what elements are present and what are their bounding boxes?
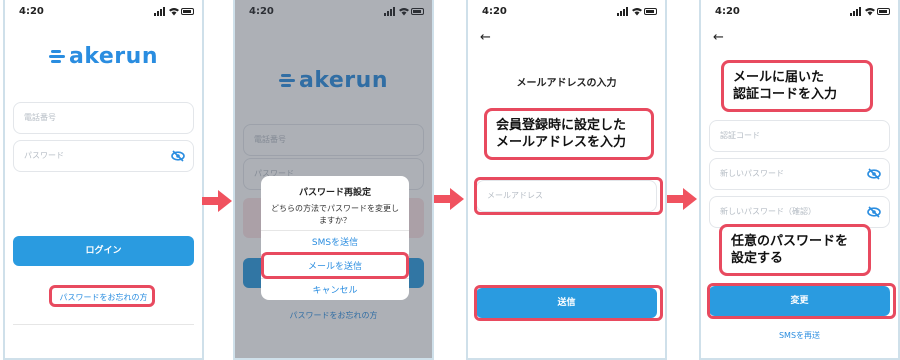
sms-option[interactable]: SMSを送信: [261, 230, 409, 254]
phone-placeholder: 電話番号: [24, 113, 56, 122]
status-icons: [850, 7, 890, 17]
code-input[interactable]: 認証コード: [709, 120, 890, 152]
code-placeholder: 認証コード: [720, 131, 760, 140]
reset-dialog: パスワード再設定 どちらの方法でパスワードを変更しますか？ SMSを送信 メール…: [261, 176, 409, 300]
highlight-change-button: [707, 283, 896, 319]
arrow-right-icon: [202, 190, 232, 212]
akerun-logo: akerun: [5, 44, 202, 69]
confirm-password-placeholder: 新しいパスワード（確認）: [720, 207, 816, 216]
highlight-mail-option: [261, 252, 409, 279]
page-title: メールアドレスの入力: [516, 78, 617, 89]
eye-slash-icon[interactable]: [867, 206, 881, 218]
cancel-option[interactable]: キャンセル: [261, 278, 409, 302]
resend-sms-link[interactable]: SMSを再送: [701, 330, 898, 341]
screen-reset-dialog: 4:20 akerun 電話番号 パスワード パスワードをお忘れの方 パスワード…: [233, 0, 434, 360]
new-password-input[interactable]: 新しいパスワード: [709, 158, 890, 190]
dialog-message: どちらの方法でパスワードを変更しますか？: [271, 204, 399, 225]
callout-code: メールに届いた 認証コードを入力: [721, 60, 873, 112]
status-bar: 4:20: [19, 6, 194, 20]
resend-sms-label: SMSを再送: [778, 331, 821, 340]
highlight-email-input: [474, 177, 663, 215]
highlight-forgot-link: [49, 285, 155, 307]
status-bar: 4:20: [482, 6, 657, 20]
akerun-logo-mark: [49, 49, 67, 65]
screen-login: 4:20 akerun 電話番号 パスワード ログイン パスワードをお忘れの方: [3, 0, 204, 360]
battery-icon: [181, 8, 194, 15]
password-placeholder: パスワード: [24, 151, 64, 160]
status-time: 4:20: [19, 6, 44, 17]
wifi-icon: [632, 8, 642, 16]
screen-email-input: 4:20 ← メールアドレスの入力 会員登録時に設定した メールアドレスを入力 …: [466, 0, 667, 360]
status-time: 4:20: [482, 6, 507, 17]
status-icons: [617, 7, 657, 17]
wifi-icon: [169, 8, 179, 16]
signal-icon: [850, 7, 862, 16]
back-arrow-icon[interactable]: ←: [480, 30, 491, 45]
status-icons: [154, 7, 194, 17]
back-arrow-icon[interactable]: ←: [713, 30, 724, 45]
divider: [13, 324, 194, 325]
callout-email: 会員登録時に設定した メールアドレスを入力: [484, 108, 654, 160]
password-input[interactable]: パスワード: [13, 140, 194, 172]
arrow-right-icon: [667, 188, 697, 210]
battery-icon: [877, 8, 890, 15]
signal-icon: [154, 7, 166, 16]
eye-slash-icon[interactable]: [171, 150, 185, 162]
status-time: 4:20: [715, 6, 740, 17]
phone-input[interactable]: 電話番号: [13, 102, 194, 134]
logo-text: akerun: [69, 44, 158, 69]
signal-icon: [617, 7, 629, 16]
highlight-send-button: [474, 285, 663, 321]
login-button[interactable]: ログイン: [13, 236, 194, 266]
dialog-title: パスワード再設定: [298, 188, 371, 198]
wifi-icon: [865, 8, 875, 16]
arrow-right-icon: [434, 188, 464, 210]
new-password-placeholder: 新しいパスワード: [720, 169, 784, 178]
status-bar: 4:20: [715, 6, 890, 20]
screen-new-password: 4:20 ← 認証コード 新しいパスワード 新しいパスワード（確認） メールに届…: [699, 0, 900, 360]
eye-slash-icon[interactable]: [867, 168, 881, 180]
battery-icon: [644, 8, 657, 15]
callout-password: 任意のパスワードを 設定する: [719, 224, 871, 276]
